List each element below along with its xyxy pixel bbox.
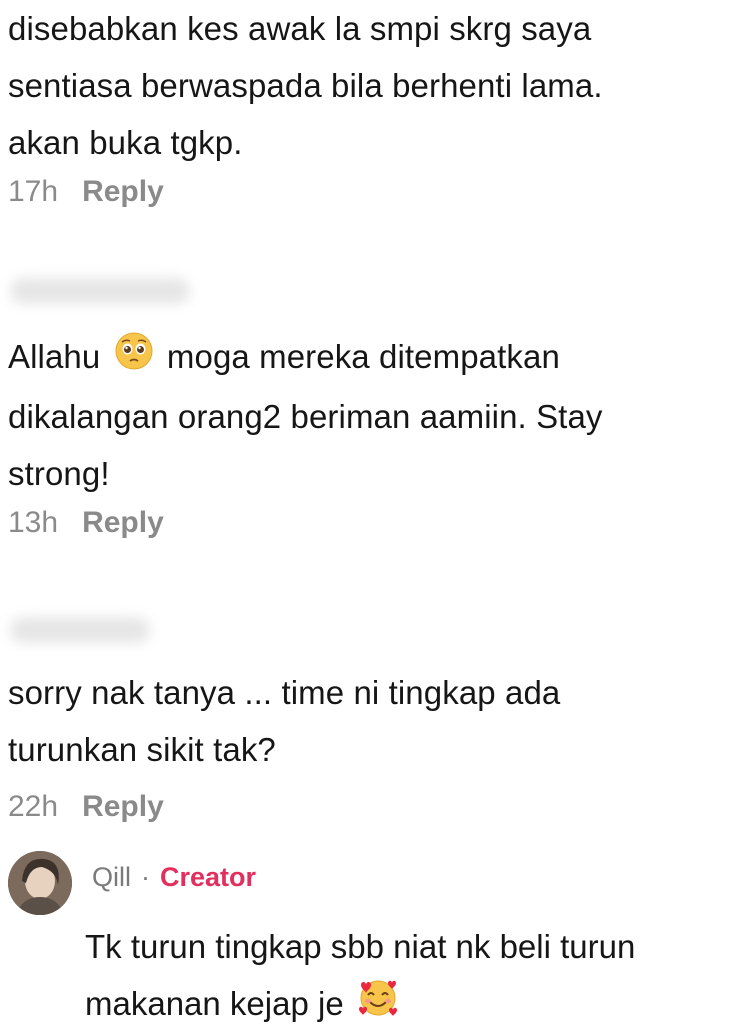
comment-text-line: dikalangan orang2 beriman aamiin. Stay [8, 397, 603, 435]
comment-text-line: akan buka tgkp. [8, 124, 243, 161]
blurred-username [10, 617, 150, 643]
comment-2: Allahu moga mereka ditempatkan dikalanga… [8, 328, 736, 540]
reply-button[interactable]: Reply [82, 790, 164, 824]
comment-text-line: sentiasa berwaspada bila berhenti lama. [8, 67, 603, 104]
smiling-face-with-hearts-icon [357, 977, 399, 1036]
creator-badge: Creator [160, 862, 257, 892]
comment-text-line: Tk turun tingkap sbb niat nk beli turun [85, 928, 636, 965]
blurred-username [10, 278, 190, 304]
comment-time: 22h [8, 790, 59, 823]
comment-meta: 17h Reply [8, 175, 736, 209]
comment-meta: 13h Reply [8, 506, 736, 540]
comment-text-line: strong! [8, 454, 110, 492]
comment-text-line: makanan kejap je [85, 975, 738, 1036]
comment-text-line: Allahu moga mereka ditempatkan [8, 328, 736, 388]
comment-text-line: sorry nak tanya ... time ni tingkap ada [8, 674, 561, 711]
comment-3: sorry nak tanya ... time ni tingkap ada … [8, 664, 736, 824]
comment-text-line: disebabkan kes awak la smpi skrg saya [8, 10, 592, 47]
creator-username[interactable]: Qill [92, 862, 131, 893]
comment-meta: 22h Reply [8, 790, 736, 824]
comment-text: disebabkan kes awak la smpi skrg saya se… [8, 0, 736, 171]
reply-button[interactable]: Reply [82, 506, 164, 540]
creator-reply-text: Tk turun tingkap sbb niat nk beli turun … [85, 918, 738, 1036]
comment-time: 13h [8, 505, 59, 539]
comment-text: sorry nak tanya ... time ni tingkap ada … [8, 664, 736, 778]
reply-button[interactable]: Reply [82, 175, 164, 209]
comment-text-line: turunkan sikit tak? [8, 731, 276, 768]
pleading-face-icon [114, 331, 154, 388]
separator-dot: · [141, 862, 150, 892]
avatar[interactable] [8, 851, 72, 915]
comment-1: disebabkan kes awak la smpi skrg saya se… [8, 0, 736, 209]
comment-text: Allahu moga mereka ditempatkan dikalanga… [8, 328, 736, 502]
creator-reply-header: Qill · Creator [92, 862, 256, 893]
comment-time: 17h [8, 175, 59, 208]
